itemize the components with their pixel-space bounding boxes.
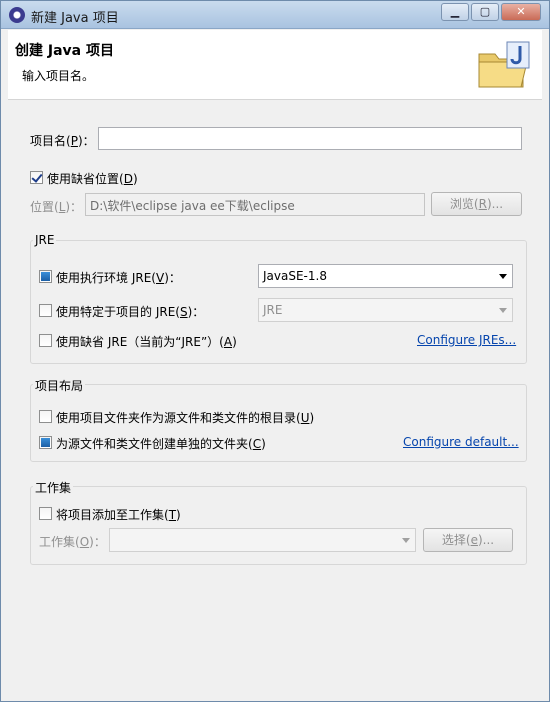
jre-default-radio[interactable] — [39, 334, 52, 347]
jre-execution-env-radio[interactable] — [39, 270, 52, 283]
jre-project-specific-radio[interactable] — [39, 304, 52, 317]
wizard-body: 项目名(P)： 使用缺省位置(D) 位置(L)： D:\软件\eclipse j… — [8, 101, 542, 701]
layout-root-folder-radio[interactable] — [39, 410, 52, 423]
jre-project-specific-label[interactable]: 使用特定于项目的 JRE(S)： — [56, 303, 204, 320]
dropdown-arrow-icon — [402, 538, 410, 543]
project-name-input[interactable] — [98, 127, 522, 150]
configure-jres-link[interactable]: Configure JREs... — [417, 333, 516, 347]
add-to-working-set-label[interactable]: 将项目添加至工作集(T) — [56, 506, 181, 523]
project-name-label: 项目名(P)： — [30, 134, 95, 148]
eclipse-icon — [9, 7, 25, 23]
jre-group-title: JRE — [33, 233, 57, 247]
layout-root-folder-label[interactable]: 使用项目文件夹作为源文件和类文件的根目录(U) — [56, 409, 314, 426]
select-working-set-button: 选择(e)... — [423, 528, 513, 552]
location-label: 位置(L)： — [30, 200, 83, 214]
wizard-header: 创建 Java 项目 输入项目名。 — [8, 30, 542, 100]
working-set-group — [30, 486, 527, 565]
location-input: D:\软件\eclipse java ee下载\eclipse — [85, 193, 425, 216]
java-project-folder-icon — [478, 41, 530, 88]
project-layout-group-title: 项目布局 — [33, 377, 86, 394]
working-set-select — [109, 528, 416, 552]
minimize-button[interactable]: ▁ — [441, 3, 469, 21]
dropdown-arrow-icon — [499, 274, 507, 279]
close-button[interactable]: ✕ — [501, 3, 541, 21]
add-to-working-set-checkbox[interactable] — [39, 507, 52, 520]
working-set-label: 工作集(O)： — [39, 535, 106, 549]
browse-button: 浏览(R)... — [431, 192, 522, 216]
working-set-group-title: 工作集 — [33, 479, 74, 496]
layout-separate-folders-label[interactable]: 为源文件和类文件创建单独的文件夹(C) — [56, 435, 266, 452]
jre-default-label[interactable]: 使用缺省 JRE（当前为“JRE”）(A) — [56, 333, 237, 350]
wizard-message: 输入项目名。 — [22, 69, 95, 83]
new-java-project-window: 新建 Java 项目 ▁ ▢ ✕ 创建 Java 项目 输入项目名。 项目名(P… — [0, 0, 550, 702]
layout-separate-folders-radio[interactable] — [39, 436, 52, 449]
execution-env-select[interactable]: JavaSE-1.8 — [258, 264, 513, 288]
title-bar[interactable]: 新建 Java 项目 ▁ ▢ ✕ — [1, 1, 549, 29]
use-default-location-label[interactable]: 使用缺省位置(D) — [47, 170, 138, 187]
maximize-button[interactable]: ▢ — [471, 3, 499, 21]
configure-default-link[interactable]: Configure default... — [403, 435, 519, 449]
dropdown-arrow-icon — [499, 308, 507, 313]
wizard-title: 创建 Java 项目 — [15, 43, 114, 59]
window-title: 新建 Java 项目 — [31, 11, 119, 26]
project-jre-select: JRE — [258, 298, 513, 322]
jre-execution-env-label[interactable]: 使用执行环境 JRE(V)： — [56, 269, 181, 286]
use-default-location-checkbox[interactable] — [30, 171, 43, 184]
